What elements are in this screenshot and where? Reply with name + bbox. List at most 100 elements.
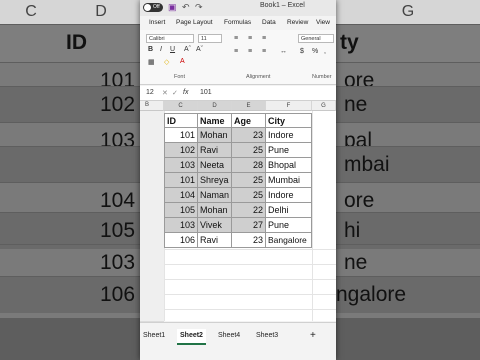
tab-formulas[interactable]: Formulas <box>224 19 251 26</box>
bg-col-header-g: G <box>336 0 480 24</box>
bold-icon[interactable]: B <box>148 46 153 53</box>
cell-name[interactable]: Mohan <box>198 203 232 218</box>
formula-input[interactable]: 101 <box>200 89 212 96</box>
column-header-d[interactable]: D <box>198 101 232 111</box>
toggle-knob <box>144 4 151 11</box>
shrink-font-icon[interactable]: Aˇ <box>196 46 203 53</box>
window-title: Book1 – Excel <box>260 2 305 9</box>
redo-icon[interactable]: ↷ <box>195 2 203 13</box>
tab-view[interactable]: View <box>316 19 330 26</box>
align-bottom-icon[interactable]: ≡ <box>262 35 266 42</box>
cell-id[interactable]: 101 <box>164 128 198 143</box>
align-right-icon[interactable]: ≡ <box>262 48 266 55</box>
cell-city[interactable]: Indore <box>266 188 312 203</box>
cell-name[interactable]: Mohan <box>198 128 232 143</box>
comma-icon[interactable]: , <box>324 48 326 55</box>
cell-name[interactable]: Vivek <box>198 218 232 233</box>
sheet-tab-sheet1[interactable]: Sheet1 <box>143 329 165 343</box>
tab-page-layout[interactable]: Page Layout <box>176 19 213 26</box>
percent-icon[interactable]: % <box>312 48 318 55</box>
insert-function-icon[interactable]: fx <box>183 89 188 96</box>
merge-center-icon[interactable]: ↔ <box>280 48 287 55</box>
header-age[interactable]: Age <box>232 113 266 128</box>
cell-age[interactable]: 23 <box>232 128 266 143</box>
cell-name[interactable]: Ravi <box>198 143 232 158</box>
undo-icon[interactable]: ↶ <box>182 2 190 13</box>
column-header-e[interactable]: E <box>232 101 266 111</box>
font-size-dropdown[interactable]: 11 <box>198 34 222 43</box>
align-left-icon[interactable]: ≡ <box>234 48 238 55</box>
sheet-tab-sheet2[interactable]: Sheet2 <box>177 329 206 345</box>
cell-id[interactable]: 106 <box>164 233 198 248</box>
bg-id-cell: 106 <box>100 283 136 306</box>
header-id[interactable]: ID <box>164 113 198 128</box>
column-header-f[interactable]: F <box>266 101 312 111</box>
cell-id[interactable]: 105 <box>164 203 198 218</box>
cell-city[interactable]: Pune <box>266 143 312 158</box>
align-top-icon[interactable]: ≡ <box>234 35 238 42</box>
header-city[interactable]: City <box>266 113 312 128</box>
tab-review[interactable]: Review <box>287 19 308 26</box>
italic-icon[interactable]: I <box>160 46 162 53</box>
cancel-entry-icon[interactable]: ✕ <box>162 89 168 97</box>
column-header-g[interactable]: G <box>312 101 336 111</box>
ribbon-tabs: Insert Page Layout Formulas Data Review … <box>140 16 336 30</box>
cell-age[interactable]: 25 <box>232 173 266 188</box>
cell-id[interactable]: 103 <box>164 158 198 173</box>
underline-icon[interactable]: U <box>170 46 175 53</box>
cell-city[interactable]: Bhopal <box>266 158 312 173</box>
gridline <box>164 309 336 310</box>
currency-icon[interactable]: $ <box>300 48 304 55</box>
ribbon-group-alignment: Alignment <box>246 74 271 80</box>
save-icon[interactable]: ▣ <box>168 2 177 13</box>
cell-id[interactable]: 104 <box>164 188 198 203</box>
align-middle-icon[interactable]: ≡ <box>248 35 252 42</box>
name-box[interactable]: 12 <box>146 89 154 96</box>
tab-insert[interactable]: Insert <box>149 19 165 26</box>
bg-col-header-d: D <box>62 0 141 24</box>
autosave-toggle[interactable]: Off <box>143 3 163 12</box>
cell-city[interactable]: Bangalore <box>266 233 312 248</box>
cell-city[interactable]: Mumbai <box>266 173 312 188</box>
cell-age[interactable]: 25 <box>232 143 266 158</box>
bg-id-cell: 102 <box>100 93 136 116</box>
gridline <box>164 249 336 250</box>
cell-id[interactable]: 101 <box>164 173 198 188</box>
select-all-corner[interactable] <box>140 101 164 111</box>
column-header-b-label: B <box>145 102 150 108</box>
number-format-dropdown[interactable]: General <box>298 34 334 43</box>
cell-age[interactable]: 25 <box>232 188 266 203</box>
add-sheet-button[interactable]: + <box>310 329 316 343</box>
cell-id[interactable]: 103 <box>164 218 198 233</box>
cell-name[interactable]: Naman <box>198 188 232 203</box>
sheet-tab-sheet3[interactable]: Sheet3 <box>256 329 278 343</box>
confirm-entry-icon[interactable]: ✓ <box>172 89 178 97</box>
column-header-c[interactable]: C <box>164 101 198 111</box>
cell-name[interactable]: Ravi <box>198 233 232 248</box>
cell-name[interactable]: Shreya <box>198 173 232 188</box>
cell-name[interactable]: Neeta <box>198 158 232 173</box>
tab-data[interactable]: Data <box>262 19 276 26</box>
ribbon-group-font: Font <box>174 74 186 80</box>
font-name-dropdown[interactable]: Calibri <box>146 34 194 43</box>
cell-age[interactable]: 23 <box>232 233 266 248</box>
cell-city[interactable]: Pune <box>266 218 312 233</box>
cell-id[interactable]: 102 <box>164 143 198 158</box>
sheet-tab-sheet4[interactable]: Sheet4 <box>218 329 240 343</box>
cell-city[interactable]: Delhi <box>266 203 312 218</box>
align-center-icon[interactable]: ≡ <box>248 48 252 55</box>
row-headers <box>140 111 164 322</box>
cell-age[interactable]: 27 <box>232 218 266 233</box>
bg-city-cell: ne <box>344 93 368 116</box>
borders-icon[interactable]: ▦ <box>148 58 155 66</box>
cell-age[interactable]: 28 <box>232 158 266 173</box>
autosave-label: Off <box>153 4 160 10</box>
grow-font-icon[interactable]: Aˆ <box>184 46 191 53</box>
cell-city[interactable]: Indore <box>266 128 312 143</box>
cell-age[interactable]: 22 <box>232 203 266 218</box>
font-color-icon[interactable]: A <box>180 58 185 65</box>
worksheet-grid: B C D E F G ID Name Age City 101 Mohan 2… <box>140 101 336 322</box>
bg-city-cell: mbai <box>344 153 390 176</box>
fill-color-icon[interactable]: ◇ <box>164 58 169 66</box>
header-name[interactable]: Name <box>198 113 232 128</box>
